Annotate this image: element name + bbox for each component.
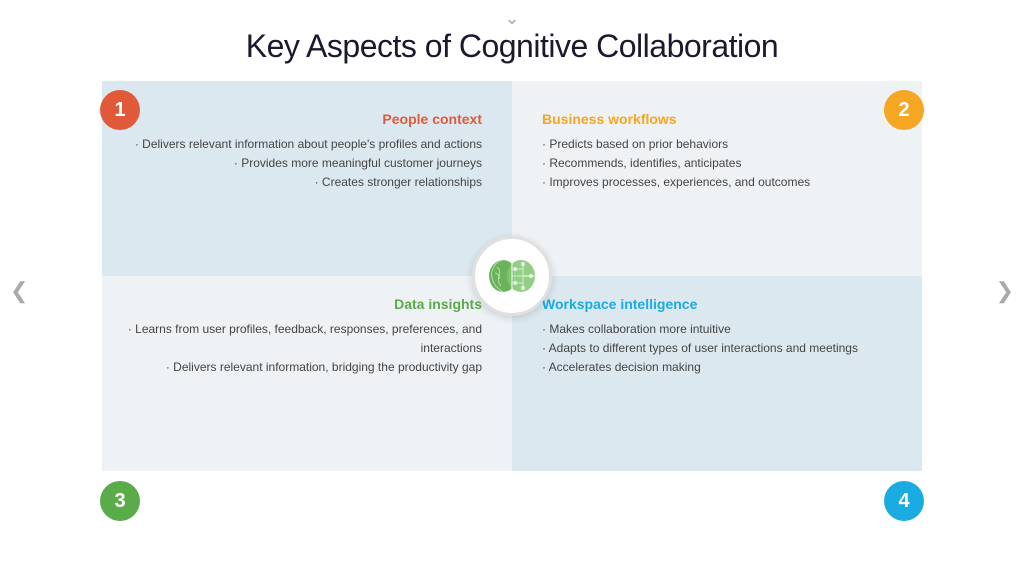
q1-bullet-2: Provides more meaningful customer journe… (126, 154, 482, 173)
q4-bullets: Makes collaboration more intuitive Adapt… (542, 320, 898, 378)
q1-bullet-1: Delivers relevant information about peop… (126, 135, 482, 154)
badge-4: 4 (884, 481, 924, 521)
q1-bullets: Delivers relevant information about peop… (126, 135, 482, 193)
badge-2: 2 (884, 90, 924, 130)
q4-title: Workspace intelligence (542, 296, 898, 312)
q4-bullet-2: Adapts to different types of user intera… (542, 339, 898, 358)
quadrant-container: People context Delivers relevant informa… (102, 81, 922, 471)
q1-title: People context (126, 111, 482, 127)
q2-bullet-1: Predicts based on prior behaviors (542, 135, 898, 154)
q1-bullet-3: Creates stronger relationships (126, 173, 482, 192)
q3-bullet-1: Learns from user profiles, feedback, res… (126, 320, 482, 358)
q2-bullets: Predicts based on prior behaviors Recomm… (542, 135, 898, 193)
quadrant-people-context: People context Delivers relevant informa… (102, 81, 512, 276)
q2-bullet-2: Recommends, identifies, anticipates (542, 154, 898, 173)
quadrant-business-workflows: Business workflows Predicts based on pri… (512, 81, 922, 276)
chevron-down-icon: ⌄ (504, 8, 519, 29)
q2-title: Business workflows (542, 111, 898, 127)
q4-bullet-3: Accelerates decision making (542, 358, 898, 377)
quadrant-workspace-intelligence: Workspace intelligence Makes collaborati… (512, 276, 922, 471)
q3-bullet-2: Delivers relevant information, bridging … (126, 358, 482, 377)
quadrant-data-insights: Data insights Learns from user profiles,… (102, 276, 512, 471)
q3-bullets: Learns from user profiles, feedback, res… (126, 320, 482, 378)
badge-3: 3 (100, 481, 140, 521)
q3-title: Data insights (126, 296, 482, 312)
q4-bullet-1: Makes collaboration more intuitive (542, 320, 898, 339)
nav-left-arrow[interactable]: ❮ (10, 278, 28, 304)
nav-right-arrow[interactable]: ❯ (996, 278, 1014, 304)
badge-1: 1 (100, 90, 140, 130)
q2-bullet-3: Improves processes, experiences, and out… (542, 173, 898, 192)
brain-icon (472, 236, 552, 316)
